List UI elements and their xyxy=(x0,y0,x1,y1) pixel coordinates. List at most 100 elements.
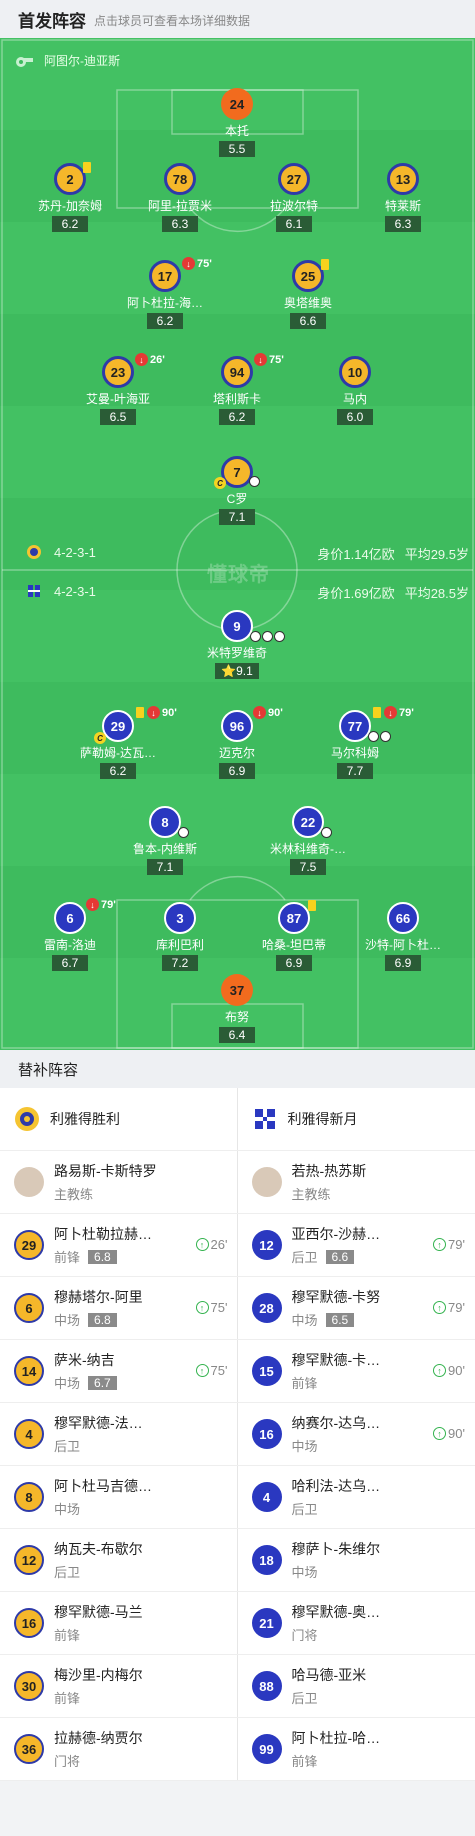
player-home[interactable]: 94 ↓ 75' 塔利斯卡 6.2 xyxy=(182,353,292,426)
sub-off-indicator: ↓ 90' xyxy=(253,706,283,719)
player-name: 阿卜杜马吉德… xyxy=(54,1478,152,1494)
player-position: 前锋 xyxy=(54,1250,81,1265)
player-number: 17 ↓ 75' xyxy=(149,257,212,292)
player-number: 12 xyxy=(14,1545,44,1575)
player-name: 米林科维奇-… xyxy=(270,842,346,856)
arrow-down-icon: ↓ xyxy=(135,353,148,366)
player-position: 后卫 xyxy=(291,1502,318,1517)
player-home[interactable]: 10 马内 6.0 xyxy=(300,356,410,426)
player-name: 梅沙里-内梅尔 xyxy=(54,1667,143,1683)
bench-player-row[interactable]: 15 穆罕默德-卡… 前锋 ↑ 90' xyxy=(237,1340,475,1403)
goal-ball-icon xyxy=(368,731,379,742)
home-team-row: 利雅得胜利 xyxy=(0,1088,238,1151)
player-name: 穆罕默德-卡努 xyxy=(291,1289,381,1305)
bench-player-row[interactable]: 8 阿卜杜马吉德… 中场 xyxy=(0,1466,238,1529)
player-number: 22 xyxy=(292,806,332,838)
coach-name: 路易斯-卡斯特罗 xyxy=(54,1163,157,1179)
player-rating: ⭐9.1 xyxy=(215,663,259,679)
player-away-captain[interactable]: 29 C ↓ 90' 萨勒姆-达瓦… 6.2 xyxy=(63,706,177,780)
player-home[interactable]: 17 ↓ 75' 阿卜杜拉-海… 6.2 xyxy=(110,257,220,330)
away-coach-row[interactable]: 若热-热苏斯 主教练 xyxy=(237,1151,475,1214)
yellow-card-icon xyxy=(373,707,381,718)
player-away[interactable]: 22 米林科维奇-… 7.5 xyxy=(253,806,363,876)
sub-off-indicator: ↓ 26' xyxy=(135,353,165,366)
player-away[interactable]: 6 ↓ 79' 雷南-洛迪 6.7 xyxy=(15,898,125,972)
player-rating: 6.9 xyxy=(276,955,312,971)
player-home[interactable]: 23 ↓ 26' 艾曼-叶海亚 6.5 xyxy=(63,353,173,426)
bench-player-row[interactable]: 36 拉赫德-纳贾尔 门将 xyxy=(0,1718,238,1781)
player-rating: 6.8 xyxy=(88,1249,117,1264)
player-name: 拉赫德-纳贾尔 xyxy=(54,1730,143,1746)
bench-player-row[interactable]: 16 穆罕默德-马兰 前锋 xyxy=(0,1592,238,1655)
arrow-up-icon: ↑ xyxy=(195,1364,209,1377)
player-number: 28 xyxy=(251,1293,282,1323)
bench-player-row[interactable]: 6 穆赫塔尔-阿里 中场 6.8 ↑ 75' xyxy=(0,1277,238,1340)
player-position: 前锋 xyxy=(291,1754,318,1769)
bench-player-row[interactable]: 12 纳瓦夫-布歇尔 后卫 xyxy=(0,1529,238,1592)
player-number: 8 xyxy=(149,806,189,838)
sub-off-indicator: ↓ 90' xyxy=(136,706,177,719)
sub-in-time: ↑ 90' xyxy=(433,1363,465,1378)
bench-player-row[interactable]: 99 阿卜杜拉-哈… 前锋 xyxy=(237,1718,475,1781)
player-home[interactable]: 2 苏丹-加奈姆 6.2 xyxy=(15,162,125,233)
player-away[interactable]: 9 米特罗维奇 ⭐9.1 xyxy=(182,610,292,680)
player-number: 24 xyxy=(221,88,253,120)
player-away[interactable]: 96 ↓ 90' 迈克尔 6.9 xyxy=(182,706,292,780)
player-home-keeper[interactable]: 24 本托 5.5 xyxy=(182,88,292,158)
player-rating: 6.2 xyxy=(100,763,136,779)
player-name: 艾曼-叶海亚 xyxy=(86,392,150,406)
player-name: 萨勒姆-达瓦… xyxy=(80,746,156,760)
player-away[interactable]: 87 哈桑-坦巴蒂 6.9 xyxy=(239,900,349,972)
sub-off-indicator: ↓ 79' xyxy=(86,898,116,911)
player-away[interactable]: 77 ↓ 79' 马尔科姆 7.7 xyxy=(300,706,414,780)
player-away[interactable]: 66 沙特-阿卜杜… 6.9 xyxy=(348,902,458,972)
away-market-value: 身价1.69亿欧 xyxy=(317,586,395,601)
player-name: 阿卜杜拉-海… xyxy=(127,296,203,310)
player-name: 穆罕默德-法… xyxy=(54,1415,143,1431)
bench-player-row[interactable]: 4 哈利法-达乌… 后卫 xyxy=(237,1466,475,1529)
bench-player-row[interactable]: 14 萨米-纳吉 中场 6.7 ↑ 75' xyxy=(0,1340,238,1403)
bench-player-row[interactable]: 88 哈马德-亚米 后卫 xyxy=(237,1655,475,1718)
player-away[interactable]: 3 库利巴利 7.2 xyxy=(125,902,235,972)
coach-role: 主教练 xyxy=(54,1187,94,1202)
arrow-up-icon: ↑ xyxy=(433,1301,447,1314)
away-bench: 利雅得新月 若热-热苏斯 主教练 12 亚西尔-沙赫… 后卫 6.6 ↑ 79' 28 穆罕默… xyxy=(237,1088,475,1781)
player-home[interactable]: 25 奥塔维奥 6.6 xyxy=(253,259,363,330)
player-number: 37 xyxy=(221,974,253,1006)
bench-player-row[interactable]: 29 阿卜杜勒拉赫… 前锋 6.8 ↑ 26' xyxy=(0,1214,238,1277)
player-rating: 6.9 xyxy=(385,955,421,971)
player-number: 2 xyxy=(54,162,91,195)
coach-role: 主教练 xyxy=(291,1187,331,1202)
player-name: 米特罗维奇 xyxy=(206,646,267,660)
arrow-up-icon: ↑ xyxy=(433,1427,447,1440)
sub-in-time: ↑ 79' xyxy=(433,1300,465,1315)
bench-player-row[interactable]: 30 梅沙里-内梅尔 前锋 xyxy=(0,1655,238,1718)
lineup-header: 首发阵容 点击球员可查看本场详细数据 xyxy=(0,0,475,38)
bench-player-row[interactable]: 21 穆罕默德-奥… 门将 xyxy=(237,1592,475,1655)
bench-player-row[interactable]: 4 穆罕默德-法… 后卫 xyxy=(0,1403,238,1466)
player-number: 66 xyxy=(387,902,419,934)
player-name: 哈桑-坦巴蒂 xyxy=(262,938,326,952)
player-position: 后卫 xyxy=(291,1691,318,1706)
player-home[interactable]: 13 特莱斯 6.3 xyxy=(348,163,458,233)
player-away[interactable]: 8 鲁本-内维斯 7.1 xyxy=(110,806,220,876)
away-value: 身价1.69亿欧 平均28.5岁 xyxy=(307,583,469,602)
player-away-keeper[interactable]: 37 布努 6.4 xyxy=(182,974,292,1044)
home-team-name: 利雅得胜利 xyxy=(50,1111,120,1127)
bench-player-row[interactable]: 28 穆罕默德-卡努 中场 6.5 ↑ 79' xyxy=(237,1277,475,1340)
player-number: 23 ↓ 26' xyxy=(102,353,165,388)
bench-player-row[interactable]: 18 穆萨卜-朱维尔 中场 xyxy=(237,1529,475,1592)
player-home-captain[interactable]: 7C C罗 7.1 xyxy=(182,456,292,526)
bench-player-row[interactable]: 12 亚西尔-沙赫… 后卫 6.6 ↑ 79' xyxy=(237,1214,475,1277)
player-number: 36 xyxy=(14,1734,44,1764)
bench-player-row[interactable]: 16 纳赛尔-达乌… 中场 ↑ 90' xyxy=(237,1403,475,1466)
player-rating: 6.2 xyxy=(52,216,88,232)
player-number: 99 xyxy=(251,1734,282,1764)
player-position: 中场 xyxy=(291,1313,318,1328)
player-home[interactable]: 78 阿里-拉贾米 6.3 xyxy=(125,163,235,233)
arrow-down-icon: ↓ xyxy=(147,706,160,719)
home-coach-row[interactable]: 路易斯-卡斯特罗 主教练 xyxy=(0,1151,238,1214)
player-number: 3 xyxy=(164,902,196,934)
player-rating: 6.6 xyxy=(325,1249,355,1264)
player-home[interactable]: 27 拉波尔特 6.1 xyxy=(239,163,349,233)
